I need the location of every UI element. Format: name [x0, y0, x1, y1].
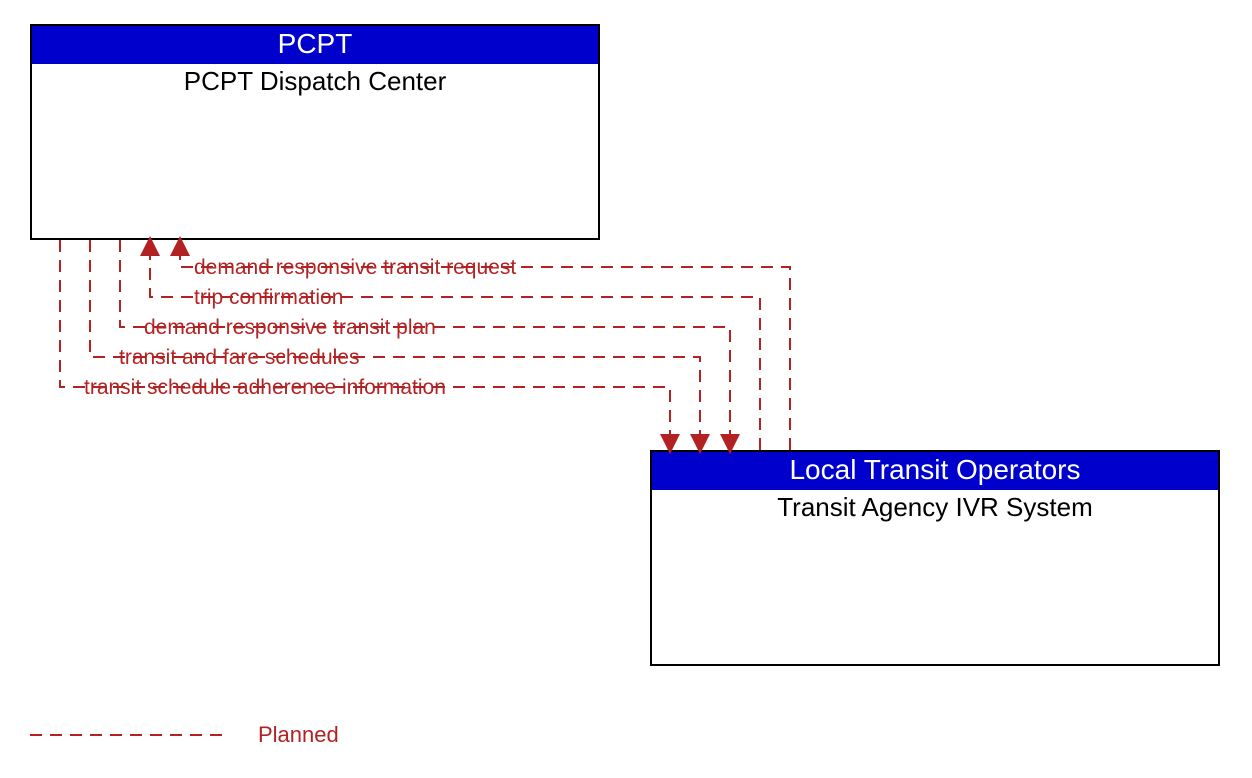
flow-label-4: transit and fare schedules	[115, 346, 363, 370]
flow-label-3: demand responsive transit plan	[140, 316, 440, 340]
flow-label-2: trip confirmation	[190, 286, 347, 310]
pcpt-box: PCPT PCPT Dispatch Center	[30, 24, 600, 240]
ivr-header: Local Transit Operators	[652, 452, 1218, 490]
ivr-box: Local Transit Operators Transit Agency I…	[650, 450, 1220, 666]
ivr-title: Transit Agency IVR System	[652, 490, 1218, 523]
legend-planned-label: Planned	[258, 722, 339, 748]
flow-label-1: demand responsive transit request	[190, 256, 520, 280]
pcpt-header: PCPT	[32, 26, 598, 64]
pcpt-title: PCPT Dispatch Center	[32, 64, 598, 97]
flow-label-5: transit schedule adherence information	[80, 376, 450, 400]
